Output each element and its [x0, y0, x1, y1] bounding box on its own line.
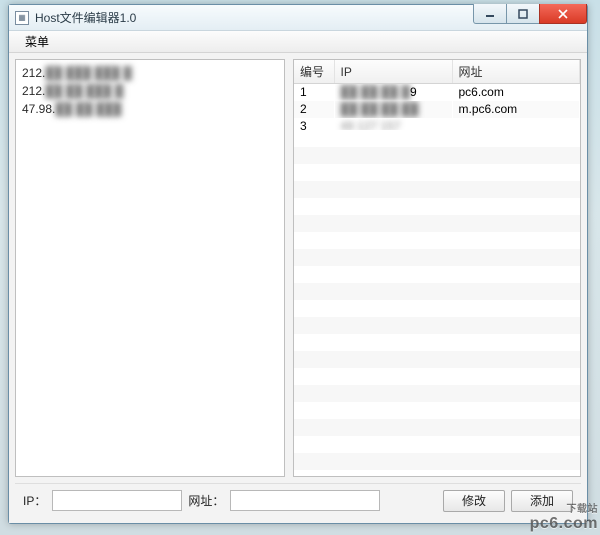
table-row[interactable]: [294, 356, 580, 373]
col-header-ip[interactable]: IP: [334, 60, 452, 84]
table-row[interactable]: [294, 475, 580, 477]
table-row[interactable]: [294, 237, 580, 254]
ip-label: IP：: [23, 492, 46, 509]
table-row[interactable]: [294, 407, 580, 424]
table-row[interactable]: [294, 152, 580, 169]
bottom-bar: IP： 网址： 修改 添加: [15, 483, 581, 517]
client-area: 212.██ ███ ███ █ 212.██ ██ ███ █ 47.98.█…: [9, 53, 587, 523]
cell-num: 1: [294, 84, 334, 101]
modify-button[interactable]: 修改: [443, 490, 505, 512]
ip-list: 212.██ ███ ███ █ 212.██ ██ ███ █ 47.98.█…: [16, 60, 284, 122]
table-scroll[interactable]: 编号 IP 网址 1 ██ ██ ██ █9 pc6.com: [294, 60, 580, 476]
window-controls: [474, 4, 587, 24]
url-input[interactable]: [230, 490, 380, 511]
cell-ip: 48 127 157: [334, 118, 452, 135]
table-row[interactable]: 3 48 127 157: [294, 118, 580, 135]
list-blur: ██ ██ ███ █: [45, 84, 123, 98]
list-prefix: 47.98.: [22, 102, 55, 116]
hosts-table: 编号 IP 网址 1 ██ ██ ██ █9 pc6.com: [294, 60, 580, 476]
table-row[interactable]: [294, 339, 580, 356]
table-row[interactable]: [294, 458, 580, 475]
table-row[interactable]: [294, 135, 580, 152]
cell-num: 3: [294, 118, 334, 135]
table-row[interactable]: [294, 254, 580, 271]
table-row[interactable]: 1 ██ ██ ██ █9 pc6.com: [294, 84, 580, 101]
table-row[interactable]: 2 ██ ██ ██ ██ m.pc6.com: [294, 101, 580, 118]
list-item[interactable]: 47.98.██ ██ ███: [22, 100, 278, 118]
cell-url: [452, 118, 580, 135]
add-button[interactable]: 添加: [511, 490, 573, 512]
window-title: Host文件编辑器1.0: [35, 9, 136, 26]
table-row[interactable]: [294, 220, 580, 237]
close-button[interactable]: [539, 4, 587, 24]
table-row[interactable]: [294, 390, 580, 407]
cell-url: pc6.com: [452, 84, 580, 101]
url-label: 网址：: [188, 492, 224, 509]
table-row[interactable]: [294, 441, 580, 458]
list-blur: ██ ██ ███: [55, 102, 121, 116]
list-blur: ██ ███ ███ █: [45, 66, 132, 80]
app-window: ▦ Host文件编辑器1.0 菜单 212.██ ███ ███ █: [8, 4, 588, 524]
list-item[interactable]: 212.██ ██ ███ █: [22, 82, 278, 100]
table-row[interactable]: [294, 186, 580, 203]
col-header-num[interactable]: 编号: [294, 60, 334, 84]
app-icon: ▦: [15, 11, 29, 25]
table-row[interactable]: [294, 305, 580, 322]
left-pane[interactable]: 212.██ ███ ███ █ 212.██ ██ ███ █ 47.98.█…: [15, 59, 285, 477]
table-row[interactable]: [294, 322, 580, 339]
table-row[interactable]: [294, 424, 580, 441]
list-prefix: 212.: [22, 66, 45, 80]
table-row[interactable]: [294, 373, 580, 390]
cell-ip: ██ ██ ██ ██: [334, 101, 452, 118]
table-row[interactable]: [294, 271, 580, 288]
table-row[interactable]: [294, 203, 580, 220]
cell-url: m.pc6.com: [452, 101, 580, 118]
panes: 212.██ ███ ███ █ 212.██ ██ ███ █ 47.98.█…: [15, 59, 581, 477]
list-item[interactable]: 212.██ ███ ███ █: [22, 64, 278, 82]
cell-ip: ██ ██ ██ █9: [334, 84, 452, 101]
menu-main[interactable]: 菜单: [17, 31, 57, 52]
table-row[interactable]: [294, 169, 580, 186]
ip-input[interactable]: [52, 490, 182, 511]
menubar: 菜单: [9, 31, 587, 53]
table-row[interactable]: [294, 288, 580, 305]
table-header-row: 编号 IP 网址: [294, 60, 580, 84]
cell-num: 2: [294, 101, 334, 118]
minimize-button[interactable]: [473, 4, 507, 24]
right-pane: 编号 IP 网址 1 ██ ██ ██ █9 pc6.com: [293, 59, 581, 477]
maximize-button[interactable]: [506, 4, 540, 24]
col-header-url[interactable]: 网址: [452, 60, 580, 84]
titlebar[interactable]: ▦ Host文件编辑器1.0: [9, 5, 587, 31]
list-prefix: 212.: [22, 84, 45, 98]
